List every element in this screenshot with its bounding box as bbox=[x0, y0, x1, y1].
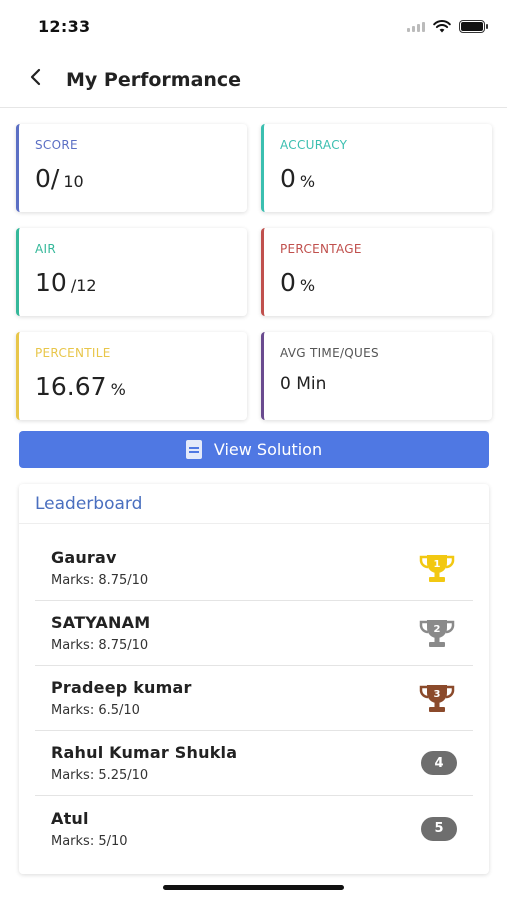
air-card: AIR 10/12 bbox=[16, 228, 247, 316]
gold-trophy-icon: 1 bbox=[417, 551, 457, 585]
status-bar: 12:33 bbox=[0, 0, 507, 52]
rank-badge: 4 bbox=[421, 751, 457, 775]
leaderboard-row: Gaurav Marks: 8.75/10 1 bbox=[35, 536, 473, 601]
leader-marks: Marks: 6.5/10 bbox=[51, 703, 140, 718]
document-icon bbox=[185, 440, 202, 459]
page-title: My Performance bbox=[66, 68, 242, 91]
percentage-label: PERCENTAGE bbox=[280, 242, 362, 256]
leader-name: SATYANAM bbox=[51, 613, 151, 632]
percentile-label: PERCENTILE bbox=[35, 346, 111, 360]
header: My Performance bbox=[0, 52, 507, 108]
leader-marks: Marks: 5.25/10 bbox=[51, 768, 149, 783]
score-label: SCORE bbox=[35, 138, 78, 152]
score-card: SCORE 0/10 bbox=[16, 124, 247, 212]
leaderboard-row: Pradeep kumar Marks: 6.5/10 3 bbox=[35, 666, 473, 731]
air-value: 10/12 bbox=[35, 268, 97, 297]
signal-icon bbox=[407, 20, 425, 32]
view-solution-label: View Solution bbox=[213, 440, 323, 459]
rank-badge: 5 bbox=[421, 816, 457, 841]
accuracy-label: ACCURACY bbox=[280, 138, 348, 152]
leader-marks: Marks: 5/10 bbox=[51, 833, 128, 849]
bronze-trophy-icon: 3 bbox=[417, 681, 457, 715]
avg-time-value: 0 Min bbox=[280, 374, 327, 394]
score-value: 0/10 bbox=[35, 164, 84, 193]
percentile-card: PERCENTILE 16.67% bbox=[16, 332, 247, 420]
leader-name: Rahul Kumar Shukla bbox=[51, 743, 238, 762]
air-label: AIR bbox=[35, 242, 56, 256]
leaderboard-title: Leaderboard bbox=[19, 484, 489, 524]
home-indicator[interactable] bbox=[163, 885, 344, 890]
leader-name: Gaurav bbox=[51, 548, 117, 567]
leaderboard-list: Gaurav Marks: 8.75/10 1 SATYANAM Marks: … bbox=[19, 524, 489, 861]
accuracy-value: 0% bbox=[280, 164, 316, 193]
leaderboard-row: Rahul Kumar Shukla Marks: 5.25/10 4 bbox=[35, 731, 473, 796]
wifi-icon bbox=[433, 19, 451, 32]
leaderboard-row: Atul Marks: 5/10 5 bbox=[35, 796, 473, 861]
leader-marks: Marks: 8.75/10 bbox=[51, 638, 149, 653]
percentage-value: 0% bbox=[280, 268, 316, 297]
silver-trophy-icon: 2 bbox=[417, 616, 457, 650]
back-arrow-icon[interactable] bbox=[28, 67, 58, 92]
view-solution-button[interactable]: View Solution bbox=[19, 431, 489, 468]
svg-text:2: 2 bbox=[434, 624, 441, 635]
svg-text:3: 3 bbox=[434, 689, 441, 700]
leaderboard-row: SATYANAM Marks: 8.75/10 2 bbox=[35, 601, 473, 666]
leader-name: Pradeep kumar bbox=[51, 678, 192, 697]
avg-time-label: AVG TIME/QUES bbox=[280, 346, 379, 360]
leader-name: Atul bbox=[51, 808, 89, 828]
status-icons bbox=[407, 19, 488, 33]
percentile-value: 16.67% bbox=[35, 372, 126, 401]
battery-icon bbox=[459, 19, 488, 33]
leaderboard-card: Leaderboard Gaurav Marks: 8.75/10 1 SATY… bbox=[19, 484, 489, 874]
percentage-card: PERCENTAGE 0% bbox=[261, 228, 492, 316]
accuracy-card: ACCURACY 0% bbox=[261, 124, 492, 212]
status-time: 12:33 bbox=[38, 16, 91, 36]
stats-grid: SCORE 0/10 ACCURACY 0% AIR 10/12 PERCENT… bbox=[16, 124, 492, 436]
avg-time-card: AVG TIME/QUES 0 Min bbox=[261, 332, 492, 420]
svg-text:1: 1 bbox=[434, 559, 441, 570]
leader-marks: Marks: 8.75/10 bbox=[51, 573, 149, 588]
